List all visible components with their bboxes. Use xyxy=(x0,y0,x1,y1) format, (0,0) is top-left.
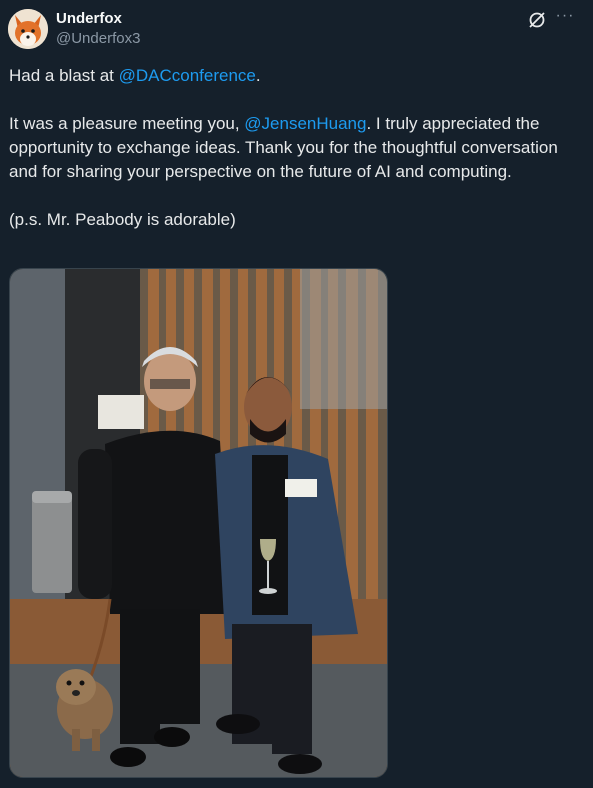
grok-icon[interactable] xyxy=(527,10,547,30)
tweet-text-segment: Had a blast at xyxy=(9,66,119,85)
tweet-photo[interactable] xyxy=(9,268,388,778)
tweet-card: Underfox @Underfox3 ··· Had a blast at @… xyxy=(0,0,593,788)
tweet-paragraph-2: It was a pleasure meeting you, @JensenHu… xyxy=(9,112,579,184)
author-handle[interactable]: @Underfox3 xyxy=(56,30,140,47)
author-name[interactable]: Underfox xyxy=(56,10,122,27)
more-icon[interactable]: ··· xyxy=(555,8,575,29)
mention-jensenhuang[interactable]: @JensenHuang xyxy=(244,114,366,133)
tweet-line-1: Had a blast at @DACconference. xyxy=(9,64,579,88)
fox-avatar-icon[interactable] xyxy=(8,9,48,49)
mention-dacconference[interactable]: @DACconference xyxy=(119,66,256,85)
tweet-text: Had a blast at @DACconference. It was a … xyxy=(9,64,579,232)
tweet-paragraph-3: (p.s. Mr. Peabody is adorable) xyxy=(9,210,236,229)
tweet-text-segment: . xyxy=(255,66,261,85)
tweet-text-segment: It was a pleasure meeting you, xyxy=(9,114,245,133)
